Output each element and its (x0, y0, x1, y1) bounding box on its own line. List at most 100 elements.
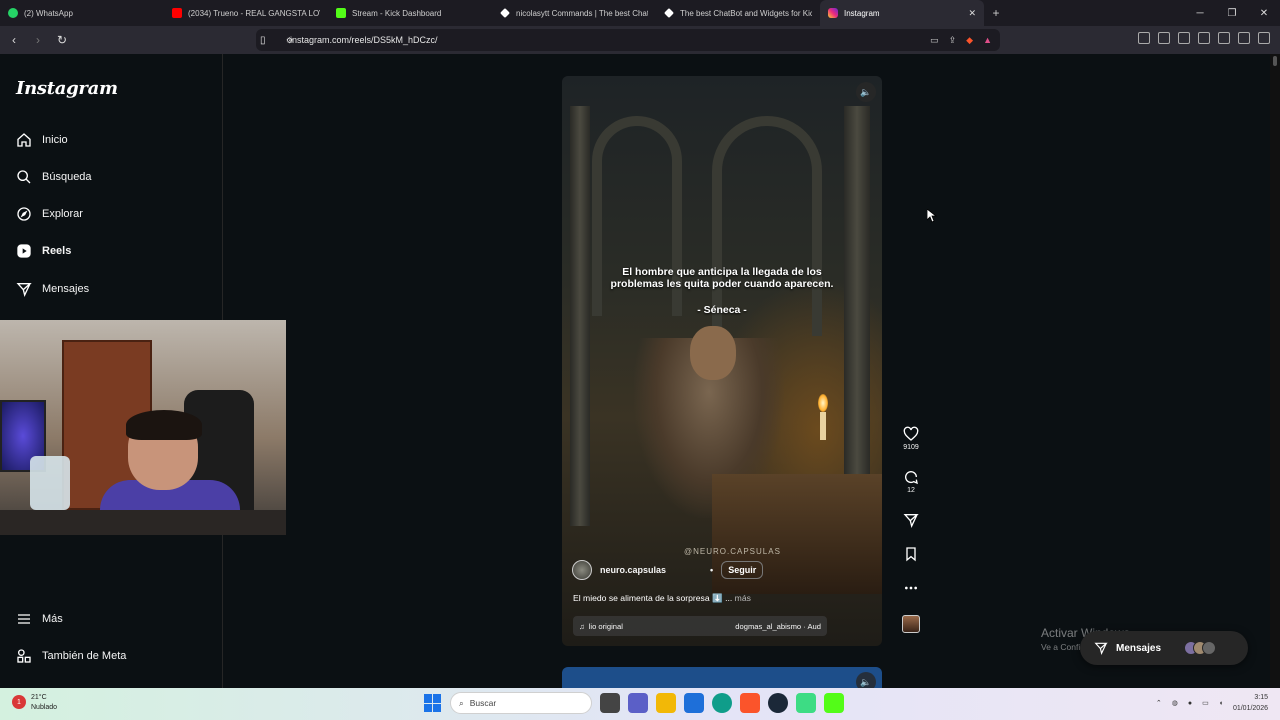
weather-widget[interactable]: 1 21°C Nublado (12, 693, 57, 713)
weather-badge-icon: 1 (12, 695, 26, 709)
forward-icon[interactable]: › (28, 30, 48, 50)
new-tab-button[interactable]: + (984, 6, 1008, 20)
sidebar-item-reels[interactable]: Reels (16, 243, 71, 259)
username-link[interactable]: neuro.capsulas (600, 565, 666, 575)
save-button[interactable] (899, 546, 923, 562)
sidebar-item-busqueda[interactable]: Búsqueda (16, 169, 92, 185)
brave-shield-icon[interactable]: ◆ (966, 35, 973, 46)
file-explorer-icon[interactable] (656, 693, 676, 713)
audio-author: dogmas_al_abismo · Aud (735, 621, 821, 631)
address-bar: ‹ › ↻ ▯ ⚙ instagram.com/reels/DS5kM_hDCz… (0, 26, 1280, 54)
messages-pill-button[interactable]: Mensajes (1080, 631, 1248, 665)
minimize-icon[interactable]: ─ (1184, 0, 1216, 26)
cast-icon[interactable]: ▭ (930, 35, 939, 46)
sidebar-item-mas[interactable]: Más (16, 611, 63, 627)
tab-chatbot[interactable]: The best ChatBot and Widgets for Kick (656, 0, 820, 26)
sidebar-item-meta[interactable]: También de Meta (16, 648, 126, 664)
taskbar-search[interactable]: ⌕ Buscar (450, 692, 592, 714)
volume-icon[interactable]: 🔈 (856, 82, 876, 102)
page-scrollbar[interactable] (1270, 54, 1280, 688)
leo-ai-icon[interactable] (1218, 32, 1230, 44)
vpn-icon[interactable] (1238, 32, 1250, 44)
tab-kick-dashboard[interactable]: Stream - Kick Dashboard (328, 0, 492, 26)
audio-info[interactable]: ♫ lio original dogmas_al_abismo · Aud (573, 616, 827, 636)
window-controls: ─ ❐ ✕ (1184, 0, 1280, 26)
hamburger-icon (18, 614, 30, 624)
task-view-icon[interactable] (600, 693, 620, 713)
like-count: 9109 (903, 444, 919, 451)
instagram-logo[interactable]: Instagram (16, 78, 118, 99)
brave-rewards-icon[interactable]: ▲ (983, 35, 992, 45)
youtube-icon (172, 8, 182, 18)
tab-label: (2034) Trueno - REAL GANGSTA LOVE (188, 8, 320, 18)
network-icon[interactable]: ▭ (1202, 699, 1209, 707)
chevron-up-icon[interactable]: ⌃ (1156, 699, 1162, 707)
messages-pill-label: Mensajes (1116, 642, 1162, 654)
sidebar-item-mensajes[interactable]: Mensajes (16, 281, 89, 297)
sidebar-item-label: Explorar (42, 208, 83, 220)
close-icon[interactable]: ✕ (968, 8, 976, 19)
reel-figure-head (690, 326, 736, 380)
android-icon[interactable] (796, 693, 816, 713)
edge-icon[interactable] (712, 693, 732, 713)
sidebar-icon[interactable] (1178, 32, 1190, 44)
reels-icon (17, 244, 31, 258)
store-icon[interactable] (684, 693, 704, 713)
reel-video[interactable]: 🔈 El hombre que anticipa la llegada de l… (562, 76, 882, 646)
url-field[interactable]: ▯ ⚙ instagram.com/reels/DS5kM_hDCzc/ ▭ ⇪… (256, 29, 1000, 51)
system-tray: ⌃ ◍ ● ▭ ◖ 3:15 01/01/2026 (1156, 692, 1268, 714)
tab-label: Instagram (844, 8, 880, 18)
comment-count: 12 (907, 487, 915, 494)
bookmark-icon[interactable]: ▯ (260, 35, 266, 46)
scrollbar-thumb[interactable] (1273, 56, 1277, 66)
comment-button[interactable]: 12 (899, 469, 923, 494)
app-tray-icon[interactable]: ◍ (1172, 699, 1178, 707)
microphone-icon[interactable]: ● (1188, 700, 1192, 707)
sidebar-item-explorar[interactable]: Explorar (16, 206, 83, 222)
tab-commands[interactable]: nicolasytt Commands | The best Chat (492, 0, 656, 26)
windows-start-icon[interactable] (424, 694, 442, 712)
share-icon[interactable]: ⇪ (949, 35, 957, 46)
more-options-button[interactable] (899, 580, 923, 596)
extension-icon[interactable] (1138, 32, 1150, 44)
close-window-icon[interactable]: ✕ (1248, 0, 1280, 26)
send-icon (16, 283, 32, 297)
volume-icon[interactable]: ◖ (1219, 700, 1223, 707)
music-icon[interactable] (1158, 32, 1170, 44)
tab-youtube[interactable]: (2034) Trueno - REAL GANGSTA LOVE (164, 0, 328, 26)
share-button[interactable] (899, 512, 923, 528)
avatar[interactable] (572, 560, 592, 580)
kick-icon[interactable] (824, 693, 844, 713)
webcam-jug (30, 456, 70, 510)
send-icon (1094, 642, 1108, 655)
sidebar-item-label: Inicio (42, 134, 68, 146)
more-icon (905, 586, 917, 590)
restore-icon[interactable]: ❐ (1216, 0, 1248, 26)
brave-icon[interactable] (740, 693, 760, 713)
steam-icon[interactable] (768, 693, 788, 713)
avatar (1202, 641, 1217, 655)
site-info-icon[interactable]: ⚙ (286, 36, 293, 45)
bookmark-icon (906, 547, 916, 562)
reel-author-row: neuro.capsulas • Seguir (572, 560, 764, 580)
menu-icon[interactable] (1258, 32, 1270, 44)
system-clock[interactable]: 3:15 01/01/2026 (1233, 692, 1268, 714)
audio-thumbnail[interactable] (902, 615, 920, 633)
teams-icon[interactable] (628, 693, 648, 713)
reel-caption: El miedo se alimenta de la sorpresa ⬇️ .… (573, 593, 751, 604)
tab-label: (2) WhatsApp (24, 8, 73, 18)
tab-instagram[interactable]: Instagram ✕ (820, 0, 984, 26)
sidebar-item-inicio[interactable]: Inicio (16, 132, 68, 148)
tab-whatsapp[interactable]: (2) WhatsApp (0, 0, 164, 26)
extensions-toolbar (1138, 32, 1270, 44)
back-icon[interactable]: ‹ (4, 30, 24, 50)
follow-button[interactable]: Seguir (721, 561, 764, 579)
clock-date: 01/01/2026 (1232, 705, 1268, 712)
wallet-icon[interactable] (1198, 32, 1210, 44)
reload-icon[interactable]: ↻ (52, 30, 72, 50)
caption-more-link[interactable]: más (735, 593, 751, 603)
like-button[interactable]: 9109 (899, 426, 923, 451)
webcam-overlay (0, 320, 286, 535)
separator-dot: • (710, 565, 714, 575)
candle-flame (818, 394, 828, 412)
